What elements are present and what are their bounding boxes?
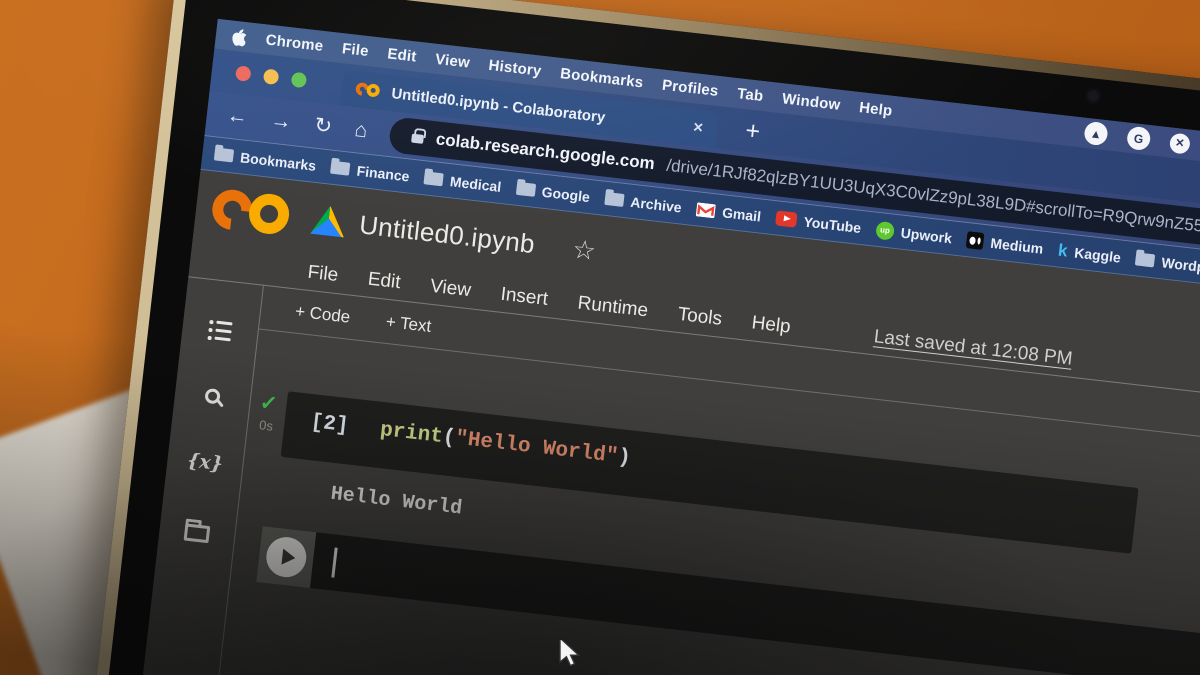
bookmark-label: YouTube — [802, 213, 863, 236]
colab-menu-item-file[interactable]: File — [306, 261, 340, 286]
bookmark-label: Upwork — [900, 224, 953, 246]
macos-menu-item[interactable]: Bookmarks — [559, 65, 644, 91]
google-drive-icon — [310, 204, 347, 238]
folder-icon — [515, 181, 536, 197]
home-button[interactable]: ⌂ — [353, 118, 368, 142]
forward-button[interactable]: → — [269, 109, 292, 134]
upwork-icon: up — [875, 220, 895, 241]
colab-menu-item-runtime[interactable]: Runtime — [576, 292, 650, 322]
colab-menu-item-view[interactable]: View — [429, 275, 472, 301]
notebook-title[interactable]: Untitled0.ipynb — [358, 209, 537, 260]
webcam-dot — [1084, 87, 1102, 105]
bookmark-label: Archive — [629, 193, 683, 216]
bookmark-item[interactable]: up Upwork — [875, 220, 953, 247]
screen: Chrome File Edit View History Bookmarks … — [107, 18, 1200, 675]
bookmark-label: Finance — [355, 162, 411, 185]
bookmark-item[interactable]: Gmail — [696, 201, 762, 224]
search-icon[interactable] — [204, 387, 221, 405]
bookmark-item[interactable]: Archive — [604, 190, 683, 215]
macos-menu-item[interactable]: Profiles — [661, 76, 719, 99]
macos-menu-item[interactable]: File — [341, 40, 369, 60]
close-icon[interactable]: ✕ — [1168, 132, 1192, 155]
laptop-screen: Chrome File Edit View History Bookmarks … — [61, 0, 1200, 675]
colab-menu-item-help[interactable]: Help — [750, 312, 792, 338]
folder-icon — [213, 147, 235, 163]
gmail-icon — [696, 202, 716, 218]
lock-icon — [411, 133, 425, 144]
macos-menu-item[interactable]: View — [434, 50, 470, 71]
colab-favicon — [353, 79, 383, 99]
variables-icon[interactable]: {x} — [186, 449, 224, 475]
table-of-contents-icon[interactable] — [207, 319, 233, 342]
photo-stage: Chrome File Edit View History Bookmarks … — [0, 0, 1200, 675]
execution-time: 0s — [258, 417, 274, 434]
bookmark-label: Medical — [449, 172, 503, 195]
text-caret — [331, 547, 338, 578]
colab-logo-icon — [204, 181, 296, 239]
star-icon[interactable]: ☆ — [571, 233, 598, 266]
bookmark-label: Gmail — [721, 203, 762, 225]
colab-menu-item-insert[interactable]: Insert — [499, 283, 550, 310]
macos-menu-item-app[interactable]: Chrome — [265, 31, 324, 54]
tab-close-icon[interactable]: ✕ — [692, 119, 705, 136]
folder-icon — [330, 160, 351, 176]
shield-icon[interactable]: ▲ — [1083, 120, 1109, 147]
zoom-window-button[interactable] — [290, 71, 308, 89]
g-icon[interactable]: G — [1125, 125, 1152, 152]
macos-menu-item[interactable]: Window — [781, 90, 841, 114]
macos-menu-item[interactable]: Tab — [736, 85, 764, 105]
bookmark-item[interactable]: Medical — [423, 170, 503, 195]
macos-menu-item[interactable]: History — [488, 56, 543, 79]
youtube-icon — [775, 210, 798, 228]
bookmark-item[interactable]: k Kaggle — [1057, 240, 1122, 267]
code-function: print — [378, 418, 445, 449]
new-tab-button[interactable]: + — [744, 116, 762, 145]
bookmark-label: Google — [541, 183, 591, 205]
bookmark-item[interactable]: Wordpress — [1135, 251, 1200, 278]
run-cell-button[interactable] — [264, 534, 309, 580]
close-window-button[interactable] — [234, 65, 252, 82]
medium-icon — [965, 231, 985, 250]
bookmark-item[interactable]: Finance — [330, 159, 410, 184]
colab-menu-item-edit[interactable]: Edit — [367, 268, 402, 294]
code-paren: ) — [616, 446, 632, 471]
macos-menu-item[interactable]: Edit — [387, 45, 418, 65]
apple-logo-icon[interactable] — [229, 25, 248, 47]
kaggle-icon: k — [1057, 240, 1069, 260]
colab-menu-item-tools[interactable]: Tools — [677, 303, 723, 330]
folder-icon — [1135, 252, 1156, 268]
cell-success-check-icon: ✓ — [258, 391, 279, 417]
bookmark-label: Bookmarks — [239, 148, 318, 174]
reload-button[interactable]: ↻ — [313, 114, 333, 139]
macos-menu-item[interactable]: Help — [858, 99, 893, 120]
mouse-cursor — [558, 636, 581, 671]
minimize-window-button[interactable] — [262, 68, 280, 86]
bookmark-item[interactable]: Bookmarks — [213, 146, 318, 174]
files-icon[interactable] — [183, 522, 211, 543]
back-button[interactable]: ← — [226, 104, 249, 129]
bookmark-item[interactable]: Medium — [965, 231, 1045, 257]
add-code-button[interactable]: + Code — [294, 301, 351, 327]
window-controls — [234, 65, 308, 89]
bookmark-item[interactable]: YouTube — [775, 210, 863, 236]
execution-count: [2] — [309, 411, 350, 439]
bookmark-label: Wordpress — [1160, 253, 1200, 278]
bookmark-label: Kaggle — [1073, 243, 1122, 266]
add-text-button[interactable]: + Text — [385, 311, 432, 336]
bookmark-item[interactable]: Google — [515, 180, 591, 205]
code-string: "Hello World" — [453, 427, 620, 469]
cell-gutter — [256, 526, 317, 588]
folder-icon — [604, 191, 625, 207]
bookmark-label: Medium — [989, 234, 1045, 257]
folder-icon — [423, 171, 444, 187]
